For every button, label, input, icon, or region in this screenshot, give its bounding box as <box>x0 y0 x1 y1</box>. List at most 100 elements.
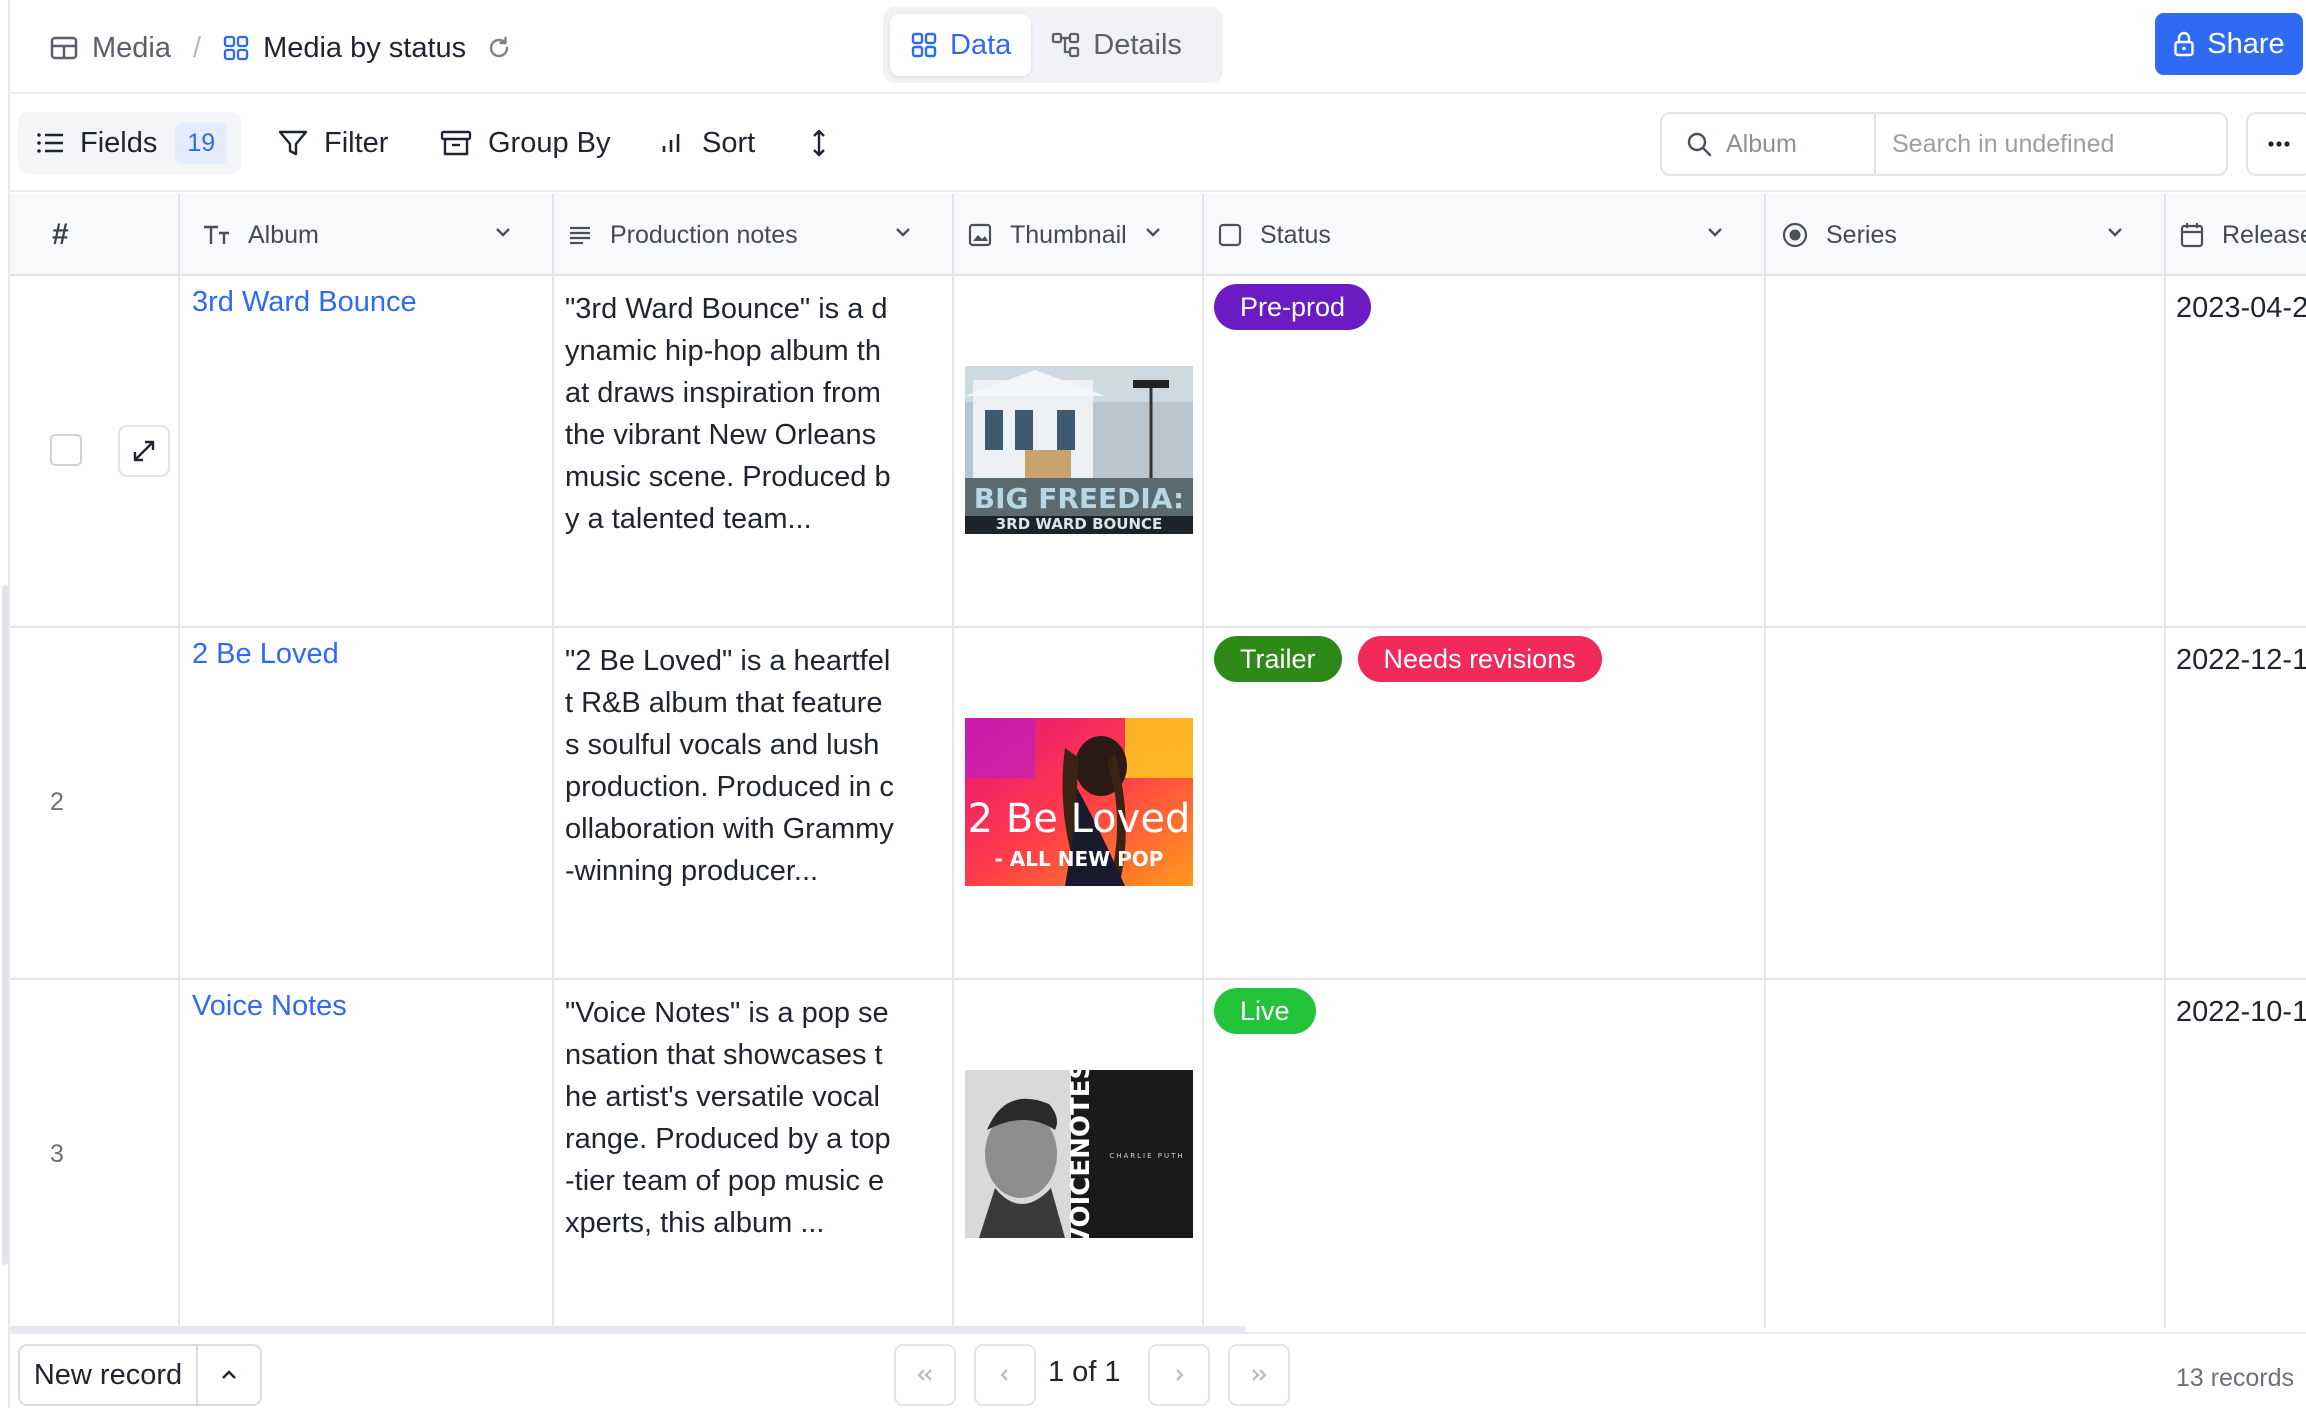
share-button[interactable]: Share <box>2155 13 2303 75</box>
table-row[interactable]: 2 2 Be Loved "2 Be Loved" is a heartfelt… <box>10 628 2306 980</box>
notes-cell[interactable]: "Voice Notes" is a pop sensation that sh… <box>554 980 954 1328</box>
calendar-icon <box>2180 222 2204 248</box>
double-chevron-right-icon <box>1248 1367 1270 1383</box>
chevron-down-icon[interactable] <box>1144 226 1162 238</box>
next-page-button[interactable] <box>1148 1344 1210 1406</box>
data-grid: # Album Production notes Thumbnail Statu… <box>10 194 2306 1328</box>
album-link[interactable]: 2 Be Loved <box>192 638 339 671</box>
status-cell[interactable]: Trailer Needs revisions <box>1204 628 1766 978</box>
vertical-scrollbar[interactable] <box>2 585 8 1265</box>
group-by-button[interactable]: Group By <box>440 112 611 174</box>
header-row-number: # <box>10 194 180 276</box>
release-cell[interactable]: 2022-12-14 <box>2166 628 2306 978</box>
status-badge: Needs revisions <box>1357 636 1602 682</box>
chevron-down-icon[interactable] <box>494 226 512 238</box>
checkbox-icon <box>1218 223 1242 247</box>
group-by-label: Group By <box>488 126 611 159</box>
reload-icon[interactable] <box>486 35 512 61</box>
first-page-button[interactable] <box>894 1344 956 1406</box>
table-row[interactable]: 3rd Ward Bounce "3rd Ward Bounce" is a d… <box>10 276 2306 628</box>
series-cell[interactable] <box>1766 276 2166 626</box>
album-link[interactable]: 3rd Ward Bounce <box>192 286 417 319</box>
chevron-down-icon[interactable] <box>894 226 912 238</box>
page-indicator: 1 of 1 <box>1048 1356 1121 1388</box>
grid-icon <box>910 31 938 59</box>
header-thumbnail[interactable]: Thumbnail <box>954 194 1204 276</box>
sort-button[interactable]: Sort <box>660 112 755 174</box>
album-cell[interactable]: Voice Notes <box>180 980 554 1328</box>
thumbnail-subtitle: - ALL NEW POP <box>995 847 1164 871</box>
release-date: 2023-04-2 <box>2176 292 2306 324</box>
breadcrumb-separator: / <box>193 31 202 64</box>
filter-icon <box>278 129 308 157</box>
row-height-button[interactable] <box>810 112 844 174</box>
series-cell[interactable] <box>1766 980 2166 1328</box>
filter-button[interactable]: Filter <box>278 112 388 174</box>
tab-details-label: Details <box>1093 28 1182 61</box>
notes-cell[interactable]: "3rd Ward Bounce" is a dynamic hip-hop a… <box>554 276 954 626</box>
thumbnail-cell[interactable]: VOICENOTES CHARLIE PUTH <box>954 980 1204 1328</box>
grid-view-icon <box>223 35 249 61</box>
album-thumbnail[interactable]: BIG FREEDIA: 3RD WARD BOUNCE <box>965 366 1193 534</box>
header-thumbnail-label: Thumbnail <box>1010 220 1127 249</box>
header-notes-label: Production notes <box>610 220 798 249</box>
row-select-cell <box>10 276 180 626</box>
album-cell[interactable]: 3rd Ward Bounce <box>180 276 554 626</box>
production-notes-text: "2 Be Loved" is a heartfelt R&B album th… <box>565 645 894 887</box>
notes-cell[interactable]: "2 Be Loved" is a heartfelt R&B album th… <box>554 628 954 978</box>
new-record-button[interactable]: New record <box>20 1346 198 1404</box>
header-series[interactable]: Series <box>1766 194 2166 276</box>
release-cell[interactable]: 2022-10-17 <box>2166 980 2306 1328</box>
search-icon <box>1686 131 1712 157</box>
chevron-down-icon[interactable] <box>1706 226 1724 238</box>
last-page-button[interactable] <box>1228 1344 1290 1406</box>
toolbar: Fields 19 Filter Group By Sort Album <box>10 96 2306 192</box>
thumbnail-title: BIG FREEDIA: <box>974 482 1184 515</box>
status-cell[interactable]: Live <box>1204 980 1766 1328</box>
album-thumbnail[interactable]: VOICENOTES CHARLIE PUTH <box>965 1070 1193 1238</box>
chevron-down-icon[interactable] <box>2106 226 2124 238</box>
search-input[interactable] <box>1876 116 2226 172</box>
album-link[interactable]: Voice Notes <box>192 990 347 1023</box>
status-badge: Live <box>1214 988 1316 1034</box>
header-release[interactable]: Release <box>2166 194 2306 276</box>
list-icon <box>36 131 64 155</box>
breadcrumb-view[interactable]: Media by status <box>263 32 466 65</box>
new-record-menu-button[interactable] <box>198 1346 260 1404</box>
header-album[interactable]: Album <box>180 194 554 276</box>
radio-icon <box>1782 222 1808 248</box>
sort-label: Sort <box>702 126 756 159</box>
release-date: 2022-12-14 <box>2176 644 2306 676</box>
status-badge: Pre-prod <box>1214 284 1372 330</box>
left-rail <box>0 0 10 1408</box>
series-cell[interactable] <box>1766 628 2166 978</box>
album-thumbnail[interactable]: 2 Be Loved - ALL NEW POP <box>965 718 1193 886</box>
production-notes-text: "Voice Notes" is a pop sensation that sh… <box>565 997 891 1239</box>
chevron-left-icon <box>998 1367 1012 1383</box>
row-height-icon <box>810 128 828 158</box>
row-select-cell: 2 <box>10 628 180 978</box>
filter-label: Filter <box>324 126 389 159</box>
table-row[interactable]: 3 Voice Notes "Voice Notes" is a pop sen… <box>10 980 2306 1328</box>
new-record-button-group: New record <box>18 1344 262 1406</box>
release-cell[interactable]: 2023-04-2 <box>2166 276 2306 626</box>
tab-data[interactable]: Data <box>890 14 1032 76</box>
view-tabs: Data Details <box>883 7 1223 83</box>
header-production-notes[interactable]: Production notes <box>554 194 954 276</box>
album-cell[interactable]: 2 Be Loved <box>180 628 554 978</box>
thumbnail-cell[interactable]: 2 Be Loved - ALL NEW POP <box>954 628 1204 978</box>
breadcrumb-table[interactable]: Media <box>92 32 171 65</box>
thumbnail-cell[interactable]: BIG FREEDIA: 3RD WARD BOUNCE <box>954 276 1204 626</box>
tab-details[interactable]: Details <box>1031 14 1202 76</box>
status-cell[interactable]: Pre-prod <box>1204 276 1766 626</box>
expand-record-button[interactable] <box>118 425 170 477</box>
fields-button[interactable]: Fields 19 <box>18 112 242 174</box>
row-number: 2 <box>50 788 64 816</box>
header-status[interactable]: Status <box>1204 194 1766 276</box>
top-bar: Media / Media by status Data Details Sha… <box>10 0 2306 94</box>
previous-page-button[interactable] <box>974 1344 1036 1406</box>
more-options-button[interactable] <box>2246 112 2306 176</box>
thumbnail-title: 2 Be Loved <box>968 796 1191 842</box>
row-checkbox[interactable] <box>50 434 82 466</box>
search-scope-select[interactable]: Album <box>1662 114 1876 174</box>
